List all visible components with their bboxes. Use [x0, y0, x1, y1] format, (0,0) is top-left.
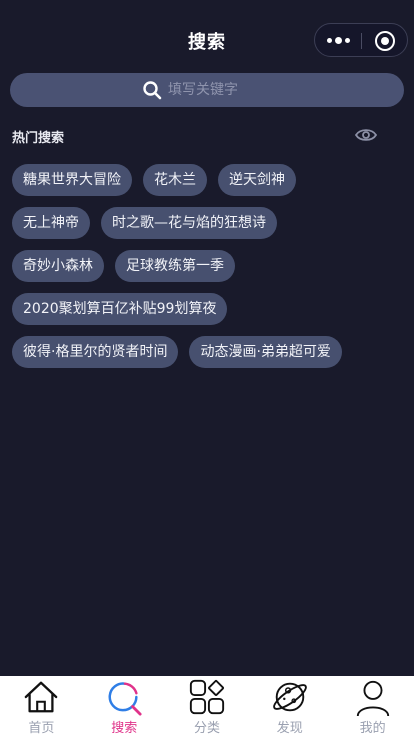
eye-icon[interactable] — [354, 126, 378, 144]
tag-row: 糖果世界大冒险 花木兰 逆天剑神 — [12, 164, 307, 196]
hot-tag[interactable]: 时之歌—花与焰的狂想诗 — [101, 207, 277, 239]
search-input[interactable] — [168, 73, 368, 107]
mini-program-capsule — [314, 23, 408, 57]
header: 搜索 — [0, 0, 414, 80]
hot-tag[interactable]: 逆天剑神 — [218, 164, 296, 196]
tab-search[interactable]: 搜索 — [83, 676, 166, 736]
tab-category[interactable]: 分类 — [166, 676, 249, 736]
hot-tag[interactable]: 2020聚划算百亿补贴99划算夜 — [12, 293, 228, 325]
capsule-divider — [361, 33, 362, 49]
tag-row: 奇妙小森林 足球教练第一季 — [12, 250, 246, 282]
hot-tag[interactable]: 花木兰 — [143, 164, 207, 196]
planet-icon — [272, 682, 307, 712]
search-icon — [108, 682, 142, 716]
hot-search-title: 热门搜索 — [12, 131, 65, 146]
hot-tag[interactable]: 动态漫画·弟弟超可爱 — [189, 336, 342, 368]
tab-discover[interactable]: 发现 — [248, 676, 331, 736]
tag-row: 2020聚划算百亿补贴99划算夜 — [12, 293, 238, 325]
tab-discover-label: 发现 — [276, 721, 303, 736]
tag-row: 无上神帝 时之歌—花与焰的狂想诗 — [12, 207, 288, 239]
search-icon — [143, 81, 162, 100]
tag-row: 彼得·格里尔的贤者时间 动态漫画·弟弟超可爱 — [12, 336, 353, 368]
tab-home-label: 首页 — [28, 721, 55, 736]
hot-tag[interactable]: 糖果世界大冒险 — [12, 164, 132, 196]
search-page: 搜索 热门搜索 糖果世界大冒险 花木兰 逆天剑神 无上神帝 时之歌—花与焰的狂想… — [0, 0, 414, 736]
category-grid-icon — [189, 679, 225, 715]
tab-mine[interactable]: 我的 — [331, 676, 414, 736]
hot-tag[interactable]: 奇妙小森林 — [12, 250, 104, 282]
tab-bar: 首页 搜索 分类 发现 我的 — [0, 676, 414, 736]
hot-tag[interactable]: 彼得·格里尔的贤者时间 — [12, 336, 179, 368]
hot-tag[interactable]: 足球教练第一季 — [115, 250, 235, 282]
hot-tag[interactable]: 无上神帝 — [12, 207, 90, 239]
tab-home[interactable]: 首页 — [0, 676, 83, 736]
tab-category-label: 分类 — [193, 721, 220, 736]
close-target-icon[interactable] — [375, 31, 395, 51]
search-bar[interactable] — [10, 73, 404, 107]
tab-mine-label: 我的 — [359, 721, 386, 736]
tab-search-label: 搜索 — [111, 721, 138, 736]
home-icon — [25, 681, 58, 713]
more-icon[interactable] — [315, 24, 361, 56]
user-icon — [356, 680, 389, 716]
